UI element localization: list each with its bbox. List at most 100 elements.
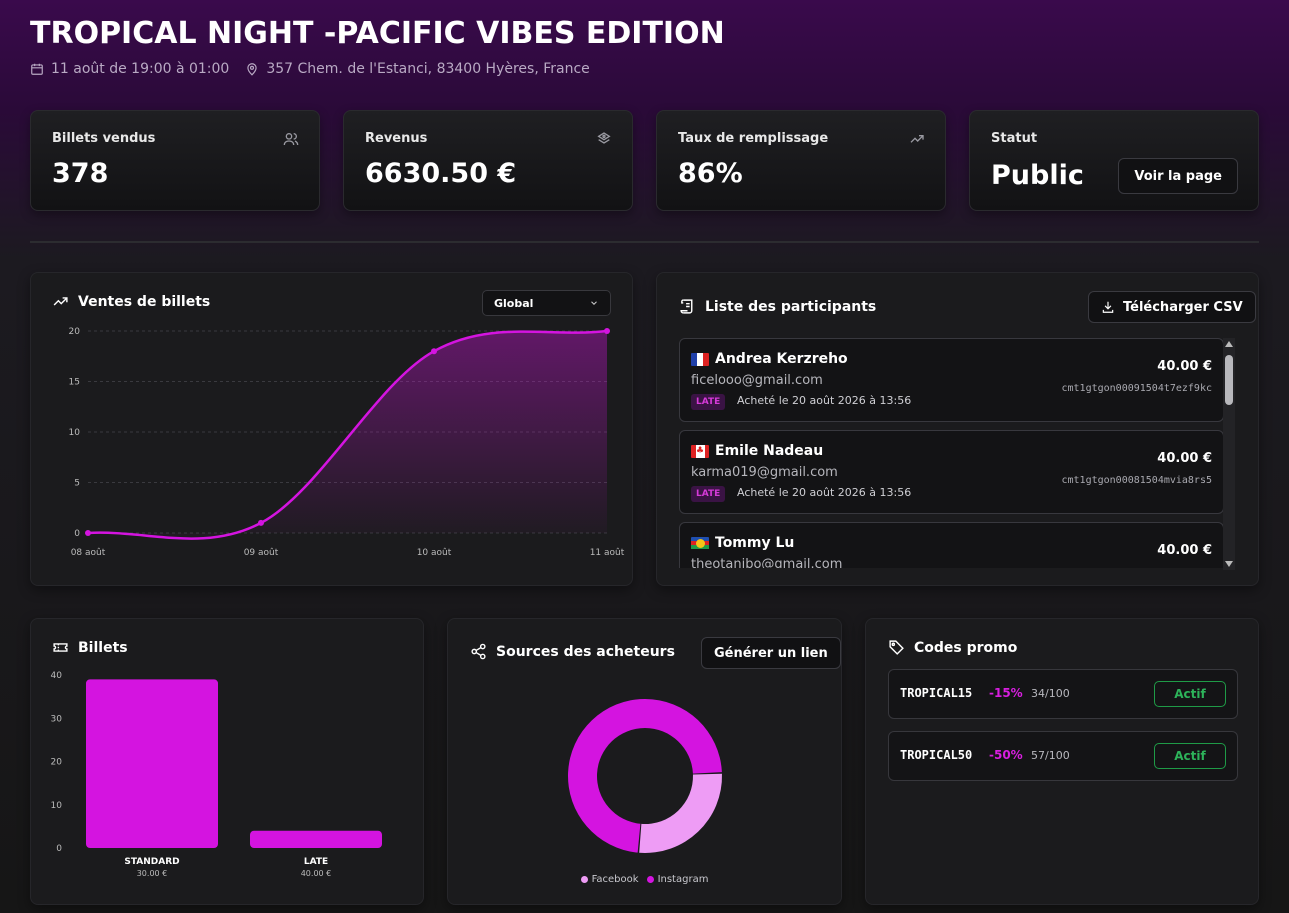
promo-status-toggle[interactable]: Actif: [1154, 681, 1226, 707]
purchase-date: Acheté le 20 août 2026 à 13:56: [737, 486, 912, 499]
stat-label: Revenus: [365, 131, 428, 146]
ticket-price: 30.00 €: [136, 869, 168, 878]
ticket-type-badge: LATE: [691, 486, 726, 502]
y-tick-label: 15: [69, 378, 80, 388]
bar: [250, 830, 382, 848]
legend-item-facebook: Facebook: [580, 874, 639, 885]
tag-icon: [889, 640, 904, 655]
participants-panel-title: Liste des participants: [679, 298, 876, 315]
participant-price: 40.00 €: [1157, 359, 1212, 374]
promo-discount: -50%: [989, 748, 1023, 762]
participant-name-text: Tommy Lu: [715, 535, 795, 551]
tickets-panel: Billets 0 10 20 30 40 STANDARD 30.00 € LATE …: [30, 618, 424, 905]
sources-donut-chart: [568, 699, 722, 853]
series-area: [88, 331, 607, 539]
stat-card-fill-rate: Taux de remplissage 86%: [656, 110, 946, 211]
participant-card[interactable]: Tommy Lu theotanibo@gmail.com 40.00 €: [679, 522, 1224, 568]
participant-price: 40.00 €: [1157, 451, 1212, 466]
x-tick-label: 11 août: [590, 548, 625, 558]
trending-up-icon: [910, 135, 924, 143]
participant-name: ♣ Emile Nadeau: [691, 443, 823, 459]
promo-code-row[interactable]: TROPICAL15 -15% 34/100 Actif: [888, 669, 1238, 719]
scrollbar-thumb[interactable]: [1225, 355, 1233, 405]
participant-name-text: Emile Nadeau: [715, 443, 824, 459]
participant-email: karma019@gmail.com: [691, 465, 838, 480]
y-tick-label: 0: [74, 529, 80, 539]
participants-panel: Liste des participants Télécharger CSV A…: [656, 272, 1259, 586]
stat-card-tickets-sold: Billets vendus 378: [30, 110, 320, 211]
participant-name-text: Andrea Kerzreho: [715, 351, 848, 367]
divider: [30, 241, 1259, 243]
scroll-up-icon[interactable]: [1225, 341, 1233, 347]
legend-dot: [580, 876, 588, 883]
y-tick-label: 30: [51, 714, 63, 724]
legend-label: Instagram: [657, 874, 709, 885]
data-point: [258, 519, 264, 526]
stat-card-status: Statut Public Voir la page: [969, 110, 1259, 211]
bar-label-late: LATE 40.00 €: [250, 857, 382, 878]
y-tick-label: 40: [51, 671, 63, 681]
sources-legend: Facebook Instagram: [448, 874, 841, 885]
sources-panel: Sources des acheteurs Générer un lien Fa…: [447, 618, 842, 905]
promo-usage: 57/100: [1031, 749, 1070, 762]
x-tick-label: 09 août: [244, 548, 279, 558]
legend-label: Facebook: [591, 874, 639, 885]
event-location: 357 Chem. de l'Estanci, 83400 Hyères, Fr…: [245, 61, 590, 77]
sales-panel: Ventes de billets Global 0 5 10 15 20 08 août…: [30, 272, 633, 586]
map-pin-icon: [247, 63, 258, 76]
promo-discount: -15%: [989, 686, 1023, 700]
scroll-down-icon[interactable]: [1225, 561, 1233, 567]
download-csv-button[interactable]: Télécharger CSV: [1088, 291, 1256, 323]
data-point: [85, 530, 91, 536]
stat-value: 86%: [678, 158, 743, 189]
ticket-type-badge: LATE: [691, 394, 726, 410]
promo-panel: Codes promo TROPICAL15 -15% 34/100 Actif…: [865, 618, 1259, 905]
view-page-button[interactable]: Voir la page: [1118, 158, 1238, 194]
stat-label: Billets vendus: [52, 131, 156, 146]
y-tick-label: 0: [56, 844, 62, 854]
participants-scrollbar[interactable]: [1223, 338, 1235, 570]
promo-code: TROPICAL15: [900, 686, 973, 700]
promo-usage: 34/100: [1031, 687, 1070, 700]
promo-panel-title: Codes promo: [888, 639, 1017, 656]
participants-title-text: Liste des participants: [705, 298, 877, 315]
banknote-icon: [597, 132, 611, 144]
promo-code-row[interactable]: TROPICAL50 -50% 57/100 Actif: [888, 731, 1238, 781]
users-icon: [283, 133, 299, 146]
participant-id: cmt1gtgon00091504t7ezf9kc: [1061, 383, 1212, 394]
new-caledonia-flag-icon: [691, 536, 709, 550]
data-point: [604, 328, 610, 334]
participant-email: ficelooo@gmail.com: [691, 373, 823, 388]
data-point: [431, 348, 437, 355]
legend-item-instagram: Instagram: [646, 874, 709, 885]
bar-label-standard: STANDARD 30.00 €: [86, 857, 218, 878]
participants-list[interactable]: Andrea Kerzreho ficelooo@gmail.com LATE …: [679, 338, 1239, 568]
participant-card[interactable]: Andrea Kerzreho ficelooo@gmail.com LATE …: [679, 338, 1224, 422]
scroll-list-icon: [680, 299, 693, 314]
legend-dot: [646, 876, 654, 883]
participant-id: cmt1gtgon00081504mvia8rs5: [1061, 475, 1212, 486]
participant-name: Andrea Kerzreho: [691, 351, 848, 367]
stat-value: 378: [52, 158, 109, 189]
y-tick-label: 5: [74, 479, 80, 489]
event-title: TROPICAL NIGHT -PACIFIC VIBES EDITION: [30, 16, 725, 51]
download-icon: [1102, 301, 1114, 313]
y-tick-label: 10: [51, 801, 63, 811]
bar: [86, 679, 218, 848]
stat-value: 6630.50 €: [365, 158, 517, 189]
x-tick-label: 08 août: [71, 548, 106, 558]
stat-card-revenue: Revenus 6630.50 €: [343, 110, 633, 211]
participant-card[interactable]: ♣ Emile Nadeau karma019@gmail.com LATE A…: [679, 430, 1224, 514]
purchase-date: Acheté le 20 août 2026 à 13:56: [737, 394, 912, 407]
canada-flag-icon: ♣: [691, 444, 709, 458]
y-tick-label: 20: [51, 758, 63, 768]
promo-code: TROPICAL50: [900, 748, 973, 762]
promo-status-toggle[interactable]: Actif: [1154, 743, 1226, 769]
calendar-icon: [31, 63, 43, 75]
ticket-name: LATE: [303, 857, 329, 867]
event-date-text: 11 août de 19:00 à 01:00: [51, 61, 230, 77]
stat-label: Taux de remplissage: [678, 131, 829, 146]
stat-label: Statut: [991, 131, 1038, 146]
promo-title-text: Codes promo: [914, 639, 1018, 656]
event-location-text: 357 Chem. de l'Estanci, 83400 Hyères, Fr…: [266, 61, 590, 77]
